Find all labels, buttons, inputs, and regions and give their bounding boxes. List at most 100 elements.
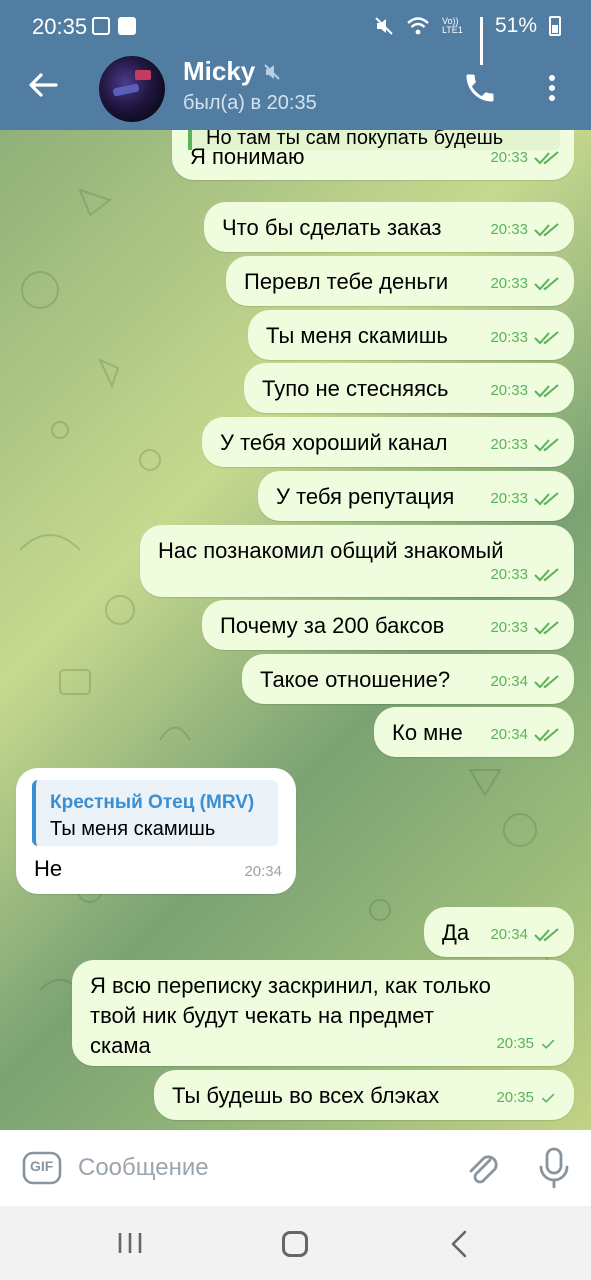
message-text: Нас познакомил общий знакомый <box>158 538 504 563</box>
gif-button[interactable]: GIF <box>22 1150 62 1186</box>
message-text: Ты меня скамишь <box>266 323 448 348</box>
message-bubble-out[interactable]: Перевл тебе деньги 20:33 <box>226 256 574 306</box>
message-bubble-out[interactable]: Почему за 200 баксов 20:33 <box>202 600 574 650</box>
message-time: 20:34 <box>490 926 528 943</box>
message-time: 20:33 <box>490 329 528 346</box>
reply-preview[interactable]: Крестный Отец (MRV) Ты меня скамишь <box>32 780 278 846</box>
message-time: 20:33 <box>490 566 528 583</box>
chat-area[interactable]: Но там ты сам покупать будешь Я понимаю … <box>0 130 591 1130</box>
back-arrow-icon[interactable] <box>26 68 60 102</box>
message-time: 20:34 <box>490 673 528 690</box>
check-icon <box>541 1039 555 1049</box>
check-icon <box>541 1093 555 1103</box>
double-check-icon <box>534 384 559 398</box>
gif-label: GIF <box>30 1158 54 1174</box>
message-bubble-out[interactable]: Такое отношение? 20:34 <box>242 654 574 704</box>
message-text: Перевл тебе деньги <box>244 269 449 294</box>
gallery-notification-icon <box>92 17 110 35</box>
message-meta: 20:33 <box>490 560 560 590</box>
check-notification-icon <box>118 17 136 35</box>
message-text: Тупо не стесняясь <box>262 376 449 401</box>
message-bubble-out[interactable]: Ко мне 20:34 <box>374 707 574 757</box>
home-icon[interactable] <box>282 1231 308 1257</box>
message-meta: 20:33 <box>490 376 560 406</box>
message-meta: 20:33 <box>490 215 560 245</box>
message-text: У тебя хороший канал <box>220 430 448 455</box>
message-meta: 20:33 <box>490 269 560 299</box>
message-bubble-out[interactable]: Тупо не стесняясь 20:33 <box>244 363 574 413</box>
message-text: Что бы сделать заказ <box>222 215 442 240</box>
mute-icon <box>264 63 280 80</box>
message-meta: 20:33 <box>490 484 560 514</box>
message-text: Почему за 200 баксов <box>220 613 445 638</box>
message-meta: 20:34 <box>244 857 282 887</box>
message-time: 20:33 <box>490 619 528 636</box>
message-meta: 20:34 <box>490 667 560 697</box>
message-time: 20:33 <box>490 436 528 453</box>
double-check-icon <box>534 621 559 635</box>
message-time: 20:33 <box>490 490 528 507</box>
network-label: Vo)) LTE1 <box>441 16 463 35</box>
message-text: Ко мне <box>392 720 463 745</box>
message-meta: 20:34 <box>490 920 560 950</box>
notification-icons <box>92 17 136 35</box>
message-time: 20:33 <box>490 275 528 292</box>
message-bubble-in[interactable]: Крестный Отец (MRV) Ты меня скамишь Не 2… <box>16 768 296 894</box>
message-bubble-out[interactable]: У тебя репутация 20:33 <box>258 471 574 521</box>
message-meta: 20:33 <box>490 323 560 353</box>
message-bubble-out[interactable]: Нас познакомил общий знакомый 20:33 <box>140 525 574 597</box>
signal-icon <box>479 17 483 65</box>
message-text-line: скама <box>90 1033 151 1058</box>
message-meta: 20:33 <box>490 613 560 643</box>
message-time: 20:33 <box>490 382 528 399</box>
message-meta: 20:33 <box>490 430 560 460</box>
message-text: Да <box>442 920 470 945</box>
attach-icon[interactable] <box>462 1148 502 1188</box>
nav-back-icon[interactable] <box>448 1230 470 1258</box>
avatar[interactable] <box>99 56 165 122</box>
status-time: 20:35 <box>32 14 88 39</box>
message-input[interactable]: Сообщение <box>78 1154 209 1182</box>
message-text-line: Я всю переписку заскринил, как только <box>90 973 491 998</box>
message-time: 20:35 <box>496 1035 534 1052</box>
message-bubble-out[interactable]: Ты меня скамишь 20:33 <box>248 310 574 360</box>
message-text: У тебя репутация <box>276 484 455 509</box>
contact-name[interactable]: Micky <box>183 56 281 87</box>
message-bubble-out[interactable]: Я всю переписку заскринил, как только тв… <box>72 960 574 1066</box>
message-bubble-out[interactable]: Да 20:34 <box>424 907 574 957</box>
message-time: 20:35 <box>496 1089 534 1106</box>
double-check-icon <box>534 928 559 942</box>
system-nav-bar <box>0 1206 591 1280</box>
double-check-icon <box>534 675 559 689</box>
phone-icon[interactable] <box>462 70 498 106</box>
message-time: 20:33 <box>490 221 528 238</box>
message-time: 20:34 <box>490 726 528 743</box>
message-bubble-out[interactable]: Ты будешь во всех блэках 20:35 <box>154 1070 574 1120</box>
double-check-icon <box>534 438 559 452</box>
mute-status-icon <box>375 17 393 35</box>
message-meta: 20:34 <box>490 720 560 750</box>
double-check-icon <box>534 223 559 237</box>
double-check-icon <box>534 568 559 582</box>
double-check-icon <box>534 331 559 345</box>
message-text: Ты будешь во всех блэках <box>172 1083 440 1108</box>
chat-header: Micky был(а) в 20:35 <box>0 50 591 130</box>
message-input-bar: GIF Сообщение <box>0 1130 591 1206</box>
reply-text: Ты меня скамишь <box>50 818 216 840</box>
message-time: 20:34 <box>244 863 282 880</box>
message-time: 20:33 <box>490 149 528 166</box>
message-meta: 20:33 <box>490 143 560 173</box>
contact-name-text: Micky <box>183 56 256 86</box>
microphone-icon[interactable] <box>536 1146 572 1190</box>
message-text: Такое отношение? <box>260 667 451 692</box>
message-bubble-out[interactable]: У тебя хороший канал 20:33 <box>202 417 574 467</box>
status-right: Vo)) LTE1 51% <box>374 14 561 65</box>
message-bubble-out[interactable]: Что бы сделать заказ 20:33 <box>204 202 574 252</box>
double-check-icon <box>534 277 559 291</box>
recent-apps-icon[interactable] <box>115 1231 145 1255</box>
more-vert-icon[interactable] <box>540 70 564 106</box>
battery-percent: 51% <box>494 14 537 37</box>
double-check-icon <box>534 151 559 165</box>
wifi-icon <box>407 17 429 35</box>
message-bubble-out[interactable]: Но там ты сам покупать будешь Я понимаю … <box>172 130 574 180</box>
